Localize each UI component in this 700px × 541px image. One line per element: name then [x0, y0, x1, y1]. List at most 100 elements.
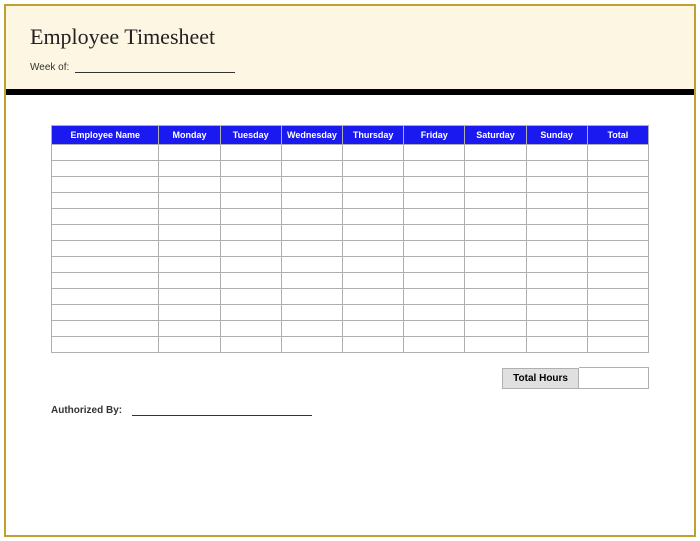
cell[interactable] [587, 209, 648, 225]
cell[interactable] [587, 177, 648, 193]
cell[interactable] [465, 145, 526, 161]
cell[interactable] [159, 289, 220, 305]
cell[interactable] [465, 321, 526, 337]
cell[interactable] [281, 305, 342, 321]
cell[interactable] [404, 177, 465, 193]
cell[interactable] [526, 145, 587, 161]
cell[interactable] [281, 177, 342, 193]
cell[interactable] [159, 193, 220, 209]
cell[interactable] [526, 257, 587, 273]
cell[interactable] [404, 321, 465, 337]
cell[interactable] [343, 145, 404, 161]
cell[interactable] [526, 225, 587, 241]
cell[interactable] [343, 193, 404, 209]
cell[interactable] [52, 289, 159, 305]
cell[interactable] [526, 209, 587, 225]
cell[interactable] [526, 177, 587, 193]
cell[interactable] [343, 273, 404, 289]
cell[interactable] [52, 225, 159, 241]
cell[interactable] [526, 289, 587, 305]
cell[interactable] [220, 273, 281, 289]
cell[interactable] [52, 337, 159, 353]
cell[interactable] [281, 273, 342, 289]
cell[interactable] [281, 289, 342, 305]
cell[interactable] [526, 161, 587, 177]
cell[interactable] [281, 209, 342, 225]
cell[interactable] [404, 209, 465, 225]
cell[interactable] [587, 257, 648, 273]
cell[interactable] [404, 289, 465, 305]
cell[interactable] [220, 305, 281, 321]
cell[interactable] [159, 273, 220, 289]
cell[interactable] [465, 273, 526, 289]
cell[interactable] [159, 225, 220, 241]
cell[interactable] [526, 241, 587, 257]
cell[interactable] [159, 321, 220, 337]
cell[interactable] [587, 321, 648, 337]
cell[interactable] [52, 241, 159, 257]
authorized-by-input-line[interactable] [132, 415, 312, 416]
cell[interactable] [465, 305, 526, 321]
cell[interactable] [343, 257, 404, 273]
cell[interactable] [52, 305, 159, 321]
cell[interactable] [220, 321, 281, 337]
cell[interactable] [404, 193, 465, 209]
cell[interactable] [281, 257, 342, 273]
cell[interactable] [587, 225, 648, 241]
cell[interactable] [281, 241, 342, 257]
cell[interactable] [281, 225, 342, 241]
cell[interactable] [526, 337, 587, 353]
cell[interactable] [404, 241, 465, 257]
cell[interactable] [281, 161, 342, 177]
cell[interactable] [465, 209, 526, 225]
cell[interactable] [404, 273, 465, 289]
cell[interactable] [587, 305, 648, 321]
cell[interactable] [465, 337, 526, 353]
cell[interactable] [159, 209, 220, 225]
week-of-input-line[interactable] [75, 72, 235, 73]
cell[interactable] [220, 257, 281, 273]
cell[interactable] [343, 321, 404, 337]
cell[interactable] [281, 145, 342, 161]
cell[interactable] [404, 145, 465, 161]
cell[interactable] [159, 241, 220, 257]
cell[interactable] [343, 337, 404, 353]
cell[interactable] [404, 337, 465, 353]
cell[interactable] [587, 289, 648, 305]
cell[interactable] [220, 337, 281, 353]
cell[interactable] [465, 161, 526, 177]
cell[interactable] [52, 209, 159, 225]
cell[interactable] [220, 241, 281, 257]
cell[interactable] [526, 273, 587, 289]
cell[interactable] [587, 273, 648, 289]
cell[interactable] [281, 321, 342, 337]
cell[interactable] [220, 209, 281, 225]
cell[interactable] [465, 289, 526, 305]
cell[interactable] [281, 193, 342, 209]
cell[interactable] [526, 321, 587, 337]
cell[interactable] [281, 337, 342, 353]
cell[interactable] [404, 225, 465, 241]
cell[interactable] [587, 337, 648, 353]
cell[interactable] [587, 193, 648, 209]
cell[interactable] [343, 209, 404, 225]
cell[interactable] [52, 257, 159, 273]
cell[interactable] [343, 305, 404, 321]
cell[interactable] [220, 145, 281, 161]
cell[interactable] [343, 177, 404, 193]
cell[interactable] [220, 193, 281, 209]
cell[interactable] [220, 161, 281, 177]
cell[interactable] [465, 177, 526, 193]
cell[interactable] [526, 193, 587, 209]
cell[interactable] [159, 145, 220, 161]
cell[interactable] [220, 177, 281, 193]
cell[interactable] [220, 225, 281, 241]
cell[interactable] [159, 337, 220, 353]
cell[interactable] [220, 289, 281, 305]
cell[interactable] [526, 305, 587, 321]
total-hours-value-box[interactable] [579, 367, 649, 389]
cell[interactable] [465, 257, 526, 273]
cell[interactable] [52, 193, 159, 209]
cell[interactable] [465, 225, 526, 241]
cell[interactable] [52, 177, 159, 193]
